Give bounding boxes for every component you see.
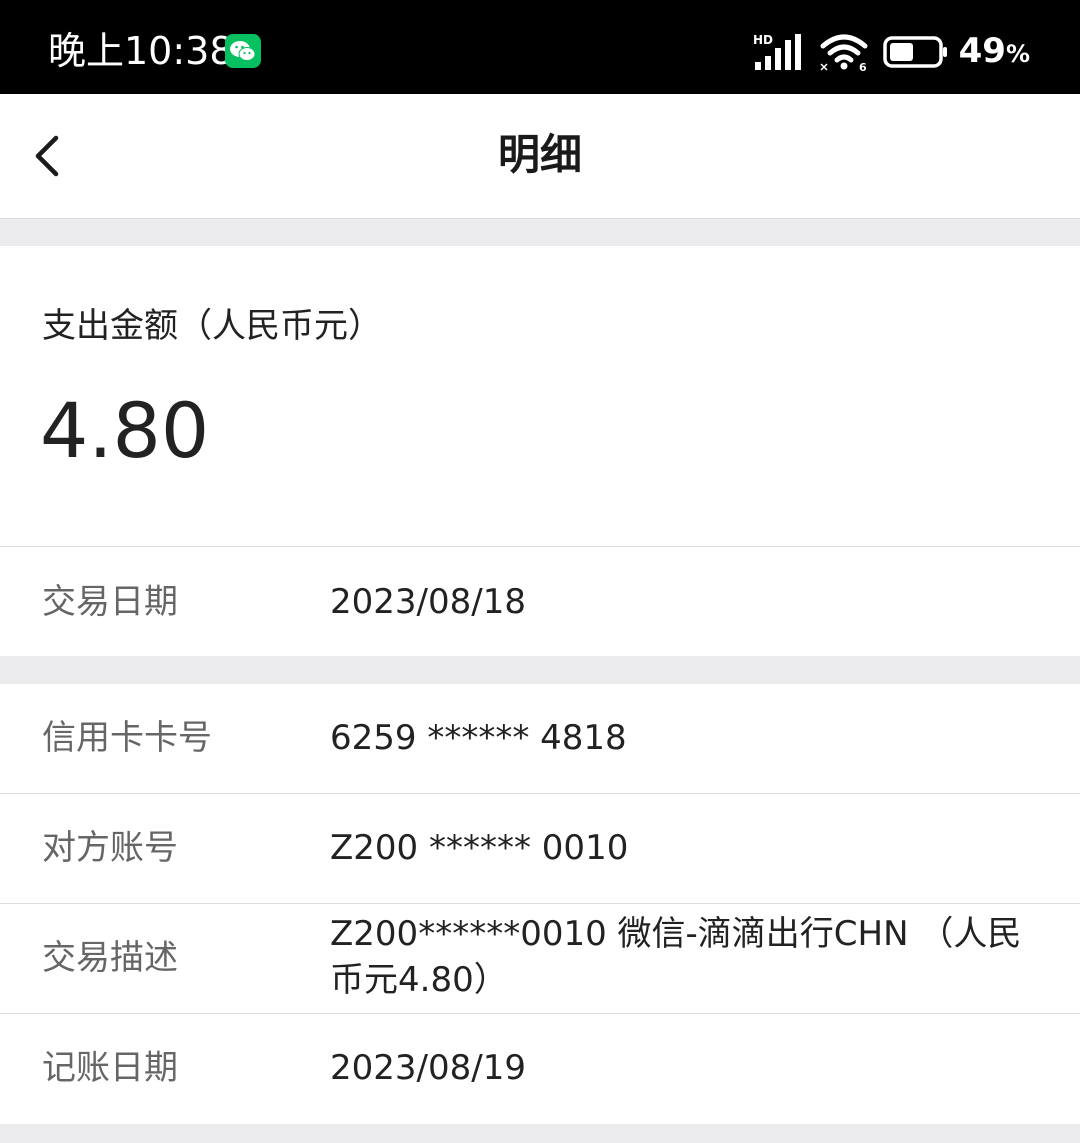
transaction-date-label: 交易日期 (42, 582, 178, 622)
detail-card: 信用卡卡号 6259 ****** 4818 对方账号 Z200 ****** … (0, 684, 1080, 1124)
divider (0, 793, 1080, 794)
battery-percent-value: 49 (958, 30, 1006, 71)
transaction-date-value: 2023/08/18 (330, 582, 526, 622)
signal-icon: HD (753, 33, 801, 70)
counterparty-account-value: Z200 ****** 0010 (330, 828, 629, 868)
description-value: Z200******0010 微信-滴滴出行CHN （人民币元4.80） (330, 914, 1022, 1000)
card-number-label: 信用卡卡号 (42, 718, 212, 758)
amount-label: 支出金额（人民币元） (42, 306, 382, 346)
counterparty-account-label: 对方账号 (42, 828, 178, 868)
divider (0, 903, 1080, 904)
status-indicators: HD 6 49% (753, 30, 1030, 74)
battery-icon (882, 36, 947, 68)
wifi-icon: 6 (820, 34, 868, 72)
battery-percentage: 49% (959, 31, 1030, 74)
divider (0, 546, 1080, 547)
posting-date-label: 记账日期 (42, 1048, 178, 1088)
page-title: 明细 (497, 130, 582, 179)
battery-percent-unit: % (1005, 39, 1030, 68)
posting-date-value: 2023/08/19 (330, 1048, 526, 1088)
status-bar: 晚上10:38 HD 6 49% (0, 0, 1080, 94)
status-time: 晚上10:38 (48, 29, 234, 73)
card-number-value: 6259 ****** 4818 (330, 718, 627, 758)
network-type-label: HD (753, 33, 773, 47)
divider (0, 1013, 1080, 1014)
nav-bar: 明细 (0, 94, 1080, 219)
amount-value: 4.80 (40, 386, 210, 475)
amount-card: 支出金额（人民币元） 4.80 交易日期 2023/08/18 (0, 246, 1080, 656)
svg-text:6: 6 (859, 61, 867, 72)
description-label: 交易描述 (42, 938, 178, 978)
wechat-icon (225, 34, 261, 68)
